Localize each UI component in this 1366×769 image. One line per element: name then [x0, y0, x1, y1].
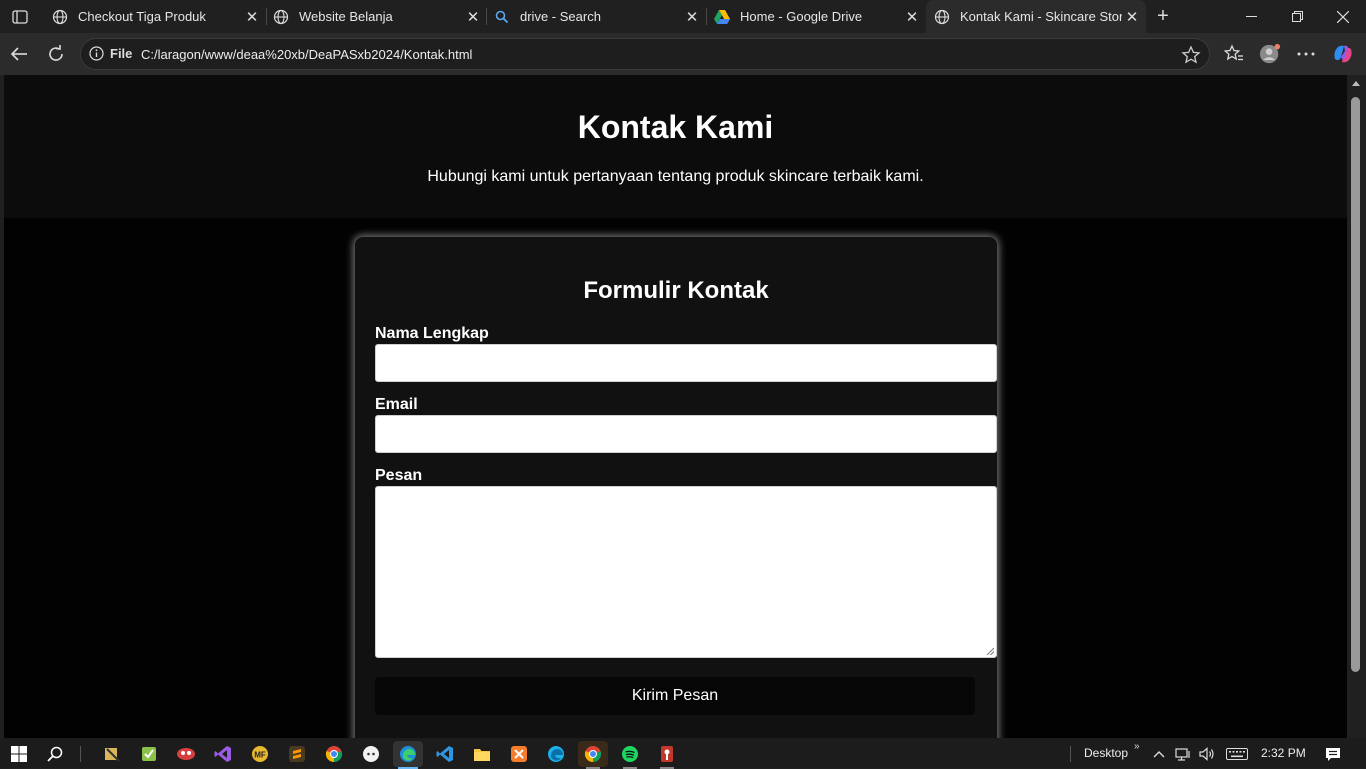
tab-website-belanja[interactable]: Website Belanja ✕ [265, 0, 487, 33]
email-field[interactable] [375, 415, 997, 453]
notepad-icon[interactable] [134, 741, 164, 767]
tab-label: Checkout Tiga Produk [78, 9, 206, 24]
edge-icon[interactable] [393, 741, 423, 769]
vscode-icon[interactable] [430, 741, 460, 767]
email-label: Email [375, 396, 418, 413]
tab-drive-search[interactable]: drive - Search ✕ [486, 0, 706, 33]
xampp-icon[interactable] [504, 741, 534, 767]
message-textarea[interactable] [375, 486, 997, 658]
tab-kontak-kami[interactable]: Kontak Kami - Skincare Store ✕ [926, 0, 1146, 33]
globe-icon [934, 9, 950, 25]
discord-like-icon[interactable] [356, 741, 386, 767]
google-drive-icon [714, 9, 730, 25]
browser-tab-strip: Checkout Tiga Produk ✕ Website Belanja ✕… [0, 0, 1366, 33]
favorite-star-icon[interactable] [1181, 45, 1201, 65]
sublime-text-icon[interactable] [282, 741, 312, 767]
show-hidden-icons-icon[interactable] [1146, 741, 1172, 767]
restore-icon[interactable] [1274, 0, 1320, 33]
game-app-icon[interactable] [171, 741, 201, 767]
tab-label: drive - Search [520, 9, 601, 24]
site-header: Kontak Kami Hubungi kami untuk pertanyaa… [4, 75, 1347, 218]
new-tab-icon[interactable]: + [1151, 5, 1175, 27]
reload-icon[interactable] [42, 40, 70, 68]
address-bar[interactable]: File C:/laragon/www/deaa%20xb/DeaPASxb20… [80, 38, 1210, 70]
tab-label: Kontak Kami - Skincare Store [960, 9, 1122, 24]
minimize-icon[interactable] [1228, 0, 1274, 33]
notifications-icon[interactable] [1318, 741, 1348, 767]
taskbar-divider [1070, 746, 1071, 762]
copilot-icon[interactable] [1332, 43, 1354, 65]
scheme-label: File [110, 46, 133, 61]
svg-text:MF: MF [254, 751, 266, 760]
tab-close-icon[interactable]: ✕ [242, 7, 262, 27]
form-title: Formulir Kontak [583, 277, 769, 304]
back-icon[interactable] [5, 40, 33, 68]
tab-close-icon[interactable]: ✕ [902, 7, 922, 27]
taskbar-search-icon[interactable] [40, 741, 70, 767]
tab-label: Home - Google Drive [740, 9, 863, 24]
page-viewport: Kontak Kami Hubungi kami untuk pertanyaa… [4, 75, 1347, 738]
start-icon[interactable] [4, 741, 34, 767]
page-title: Kontak Kami [577, 109, 774, 145]
more-options-icon[interactable] [1295, 43, 1317, 65]
chrome-running-icon[interactable] [578, 741, 608, 769]
taskbar-divider [80, 746, 81, 762]
search-icon [494, 9, 510, 25]
profile-avatar-icon[interactable] [1259, 43, 1281, 65]
tab-close-icon[interactable]: ✕ [463, 7, 483, 27]
spotify-icon[interactable] [615, 741, 645, 769]
file-tool-icon[interactable] [97, 741, 127, 767]
browser-toolbar: File C:/laragon/www/deaa%20xb/DeaPASxb20… [0, 33, 1366, 75]
message-label: Pesan [375, 467, 423, 484]
globe-icon [52, 9, 68, 25]
mf-app-icon[interactable]: MF [245, 741, 275, 767]
tab-label: Website Belanja [299, 9, 393, 24]
windows-taskbar: MF Desktop » 2:32 PM [0, 738, 1366, 769]
tab-actions-icon[interactable] [8, 6, 32, 28]
page-subtitle: Hubungi kami untuk pertanyaan tentang pr… [427, 168, 924, 185]
volume-icon[interactable] [1194, 741, 1220, 767]
scroll-thumb[interactable] [1351, 97, 1360, 672]
favorites-icon[interactable] [1223, 43, 1245, 65]
info-icon [89, 46, 104, 61]
tab-google-drive[interactable]: Home - Google Drive ✕ [706, 0, 926, 33]
clock[interactable]: 2:32 PM [1261, 746, 1306, 760]
desktop-chevron-icon[interactable]: » [1134, 741, 1140, 752]
globe-icon [273, 9, 289, 25]
network-icon[interactable] [1170, 741, 1196, 767]
resize-grip-icon[interactable] [986, 647, 994, 655]
desktop-label[interactable]: Desktop [1084, 746, 1128, 760]
close-window-icon[interactable] [1320, 0, 1366, 33]
name-label: Nama Lengkap [375, 325, 489, 342]
tab-checkout-tiga-produk[interactable]: Checkout Tiga Produk ✕ [44, 0, 266, 33]
submit-button[interactable]: Kirim Pesan [375, 677, 975, 715]
site-info-button[interactable]: File [89, 46, 132, 61]
contact-form-card: Formulir Kontak Nama Lengkap Email Pesan… [355, 237, 997, 738]
git-tool-icon[interactable] [652, 741, 682, 769]
chrome-icon[interactable] [319, 741, 349, 767]
file-explorer-icon[interactable] [467, 741, 497, 767]
keyboard-icon[interactable] [1222, 741, 1252, 767]
name-field[interactable] [375, 344, 997, 382]
tab-close-icon[interactable]: ✕ [682, 7, 702, 27]
vertical-scrollbar[interactable] [1347, 75, 1366, 738]
scroll-up-arrow-icon[interactable] [1352, 81, 1360, 86]
edge-dev-icon[interactable] [541, 741, 571, 767]
address-url[interactable]: C:/laragon/www/deaa%20xb/DeaPASxb2024/Ko… [141, 47, 472, 62]
tab-close-icon[interactable]: ✕ [1122, 7, 1142, 27]
visual-studio-icon[interactable] [208, 741, 238, 767]
